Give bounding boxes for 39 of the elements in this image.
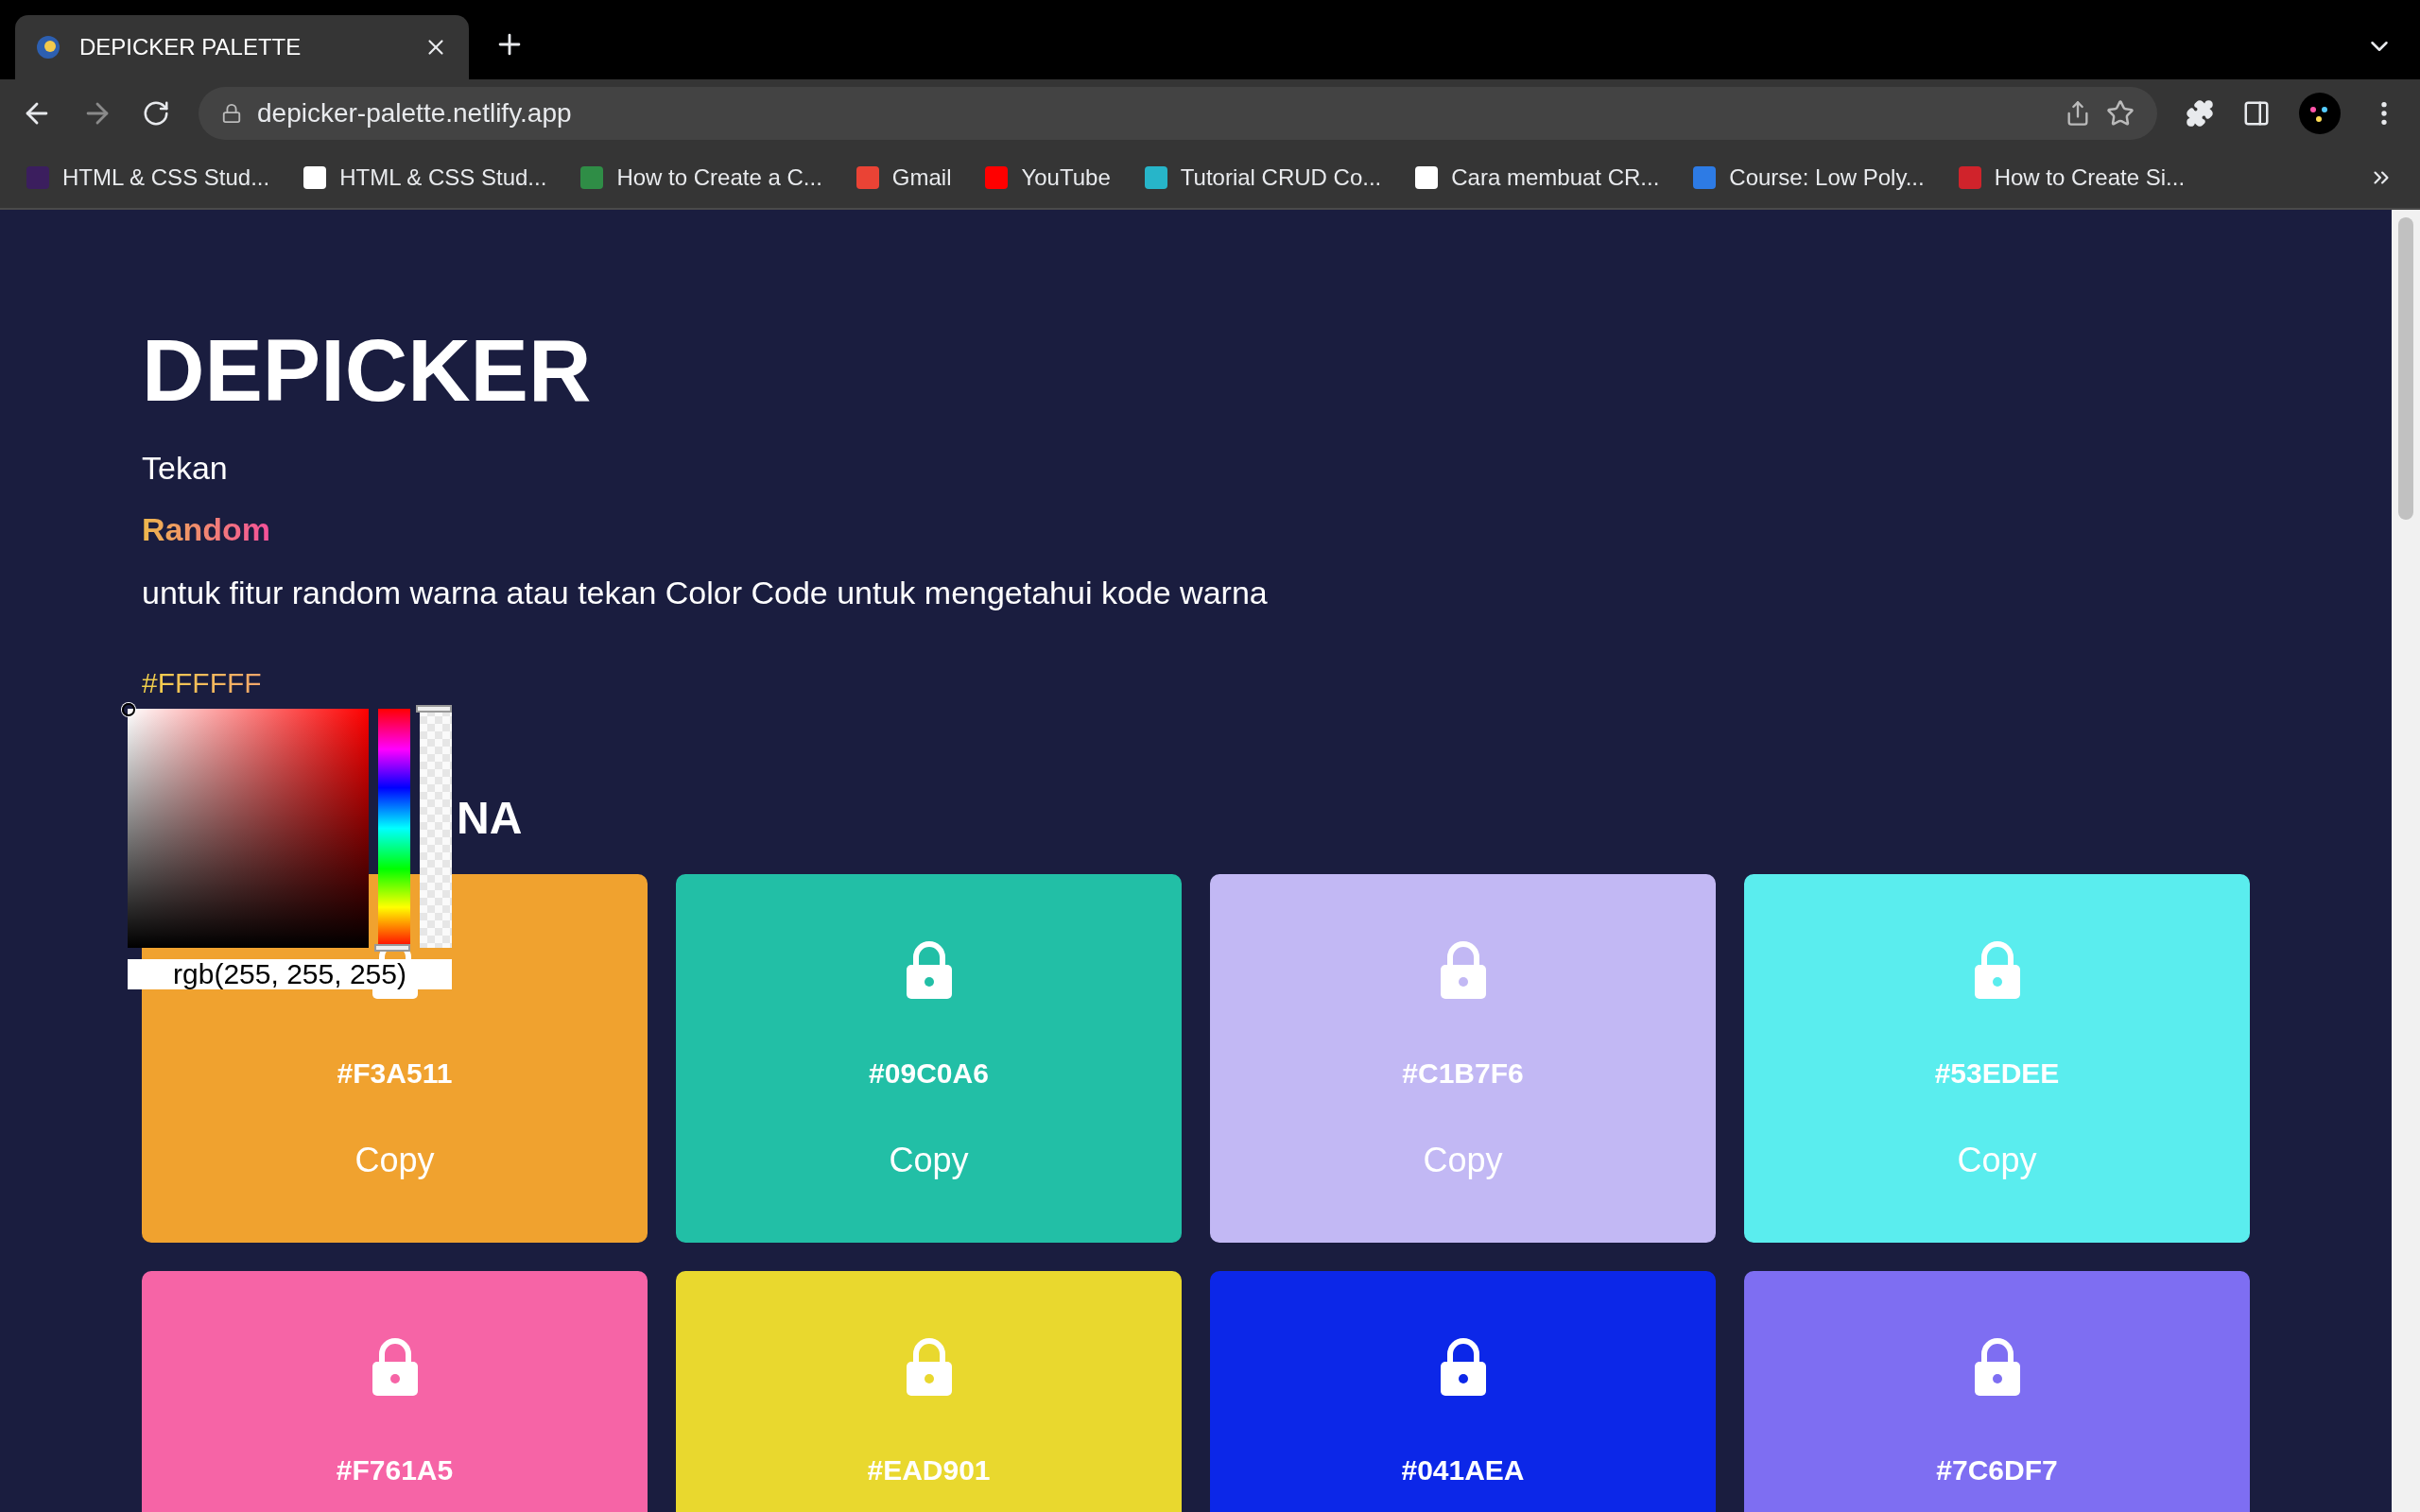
hex-code: #09C0A6 — [869, 1057, 989, 1091]
app-title: DEPICKER — [142, 321, 593, 421]
color-value-field[interactable]: rgb(255, 255, 255) — [128, 959, 452, 989]
tab-title: DEPICKER PALETTE — [79, 34, 302, 60]
bookmark[interactable]: Tutorial CRUD Co... — [1144, 164, 1382, 191]
slider-handle[interactable] — [416, 705, 452, 713]
address-bar[interactable]: depicker-palette.netlify.app — [199, 87, 2157, 140]
browser-tab[interactable]: DEPICKER PALETTE — [15, 15, 469, 79]
url-text: depicker-palette.netlify.app — [257, 98, 573, 129]
bookmark[interactable]: Cara membuat CR... — [1415, 164, 1660, 191]
bookmark[interactable]: How to Create Si... — [1958, 164, 2186, 191]
description-text: untuk fitur random warna atau tekan Color Code untuk mengetahui kode warna — [142, 574, 1269, 612]
bookmark[interactable]: Course: Low Poly... — [1693, 164, 1925, 191]
lock-icon — [221, 103, 242, 124]
lock-icon[interactable] — [1438, 1337, 1488, 1396]
hex-code: #F761A5 — [336, 1453, 454, 1487]
star-icon[interactable] — [2106, 99, 2135, 128]
intro-text: Tekan — [142, 449, 229, 488]
scrollbar-thumb[interactable] — [2398, 217, 2413, 520]
hex-code: #041AEA — [1401, 1453, 1525, 1487]
palette-icon — [36, 35, 60, 60]
picker-cursor[interactable] — [122, 703, 135, 716]
avatar-icon[interactable] — [2299, 93, 2341, 134]
bookmark[interactable]: HTML & CSS Stud... — [26, 164, 270, 191]
hex-code: #7C6DF7 — [1936, 1453, 2058, 1487]
hex-code: #EAD901 — [867, 1453, 991, 1487]
slider-handle[interactable] — [374, 944, 410, 952]
hex-code: #F3A511 — [337, 1057, 453, 1091]
side-panel-icon[interactable] — [2242, 99, 2271, 128]
reload-icon[interactable] — [142, 99, 170, 128]
bookmark[interactable]: YouTube — [985, 164, 1111, 191]
bookmark[interactable]: How to Create a C... — [580, 164, 822, 191]
color-picker-dialog[interactable]: rgb(255, 255, 255) — [128, 709, 452, 989]
section-heading: NA — [457, 792, 524, 845]
bookmark[interactable]: HTML & CSS Stud... — [303, 164, 547, 191]
hex-code: #53EDEE — [1934, 1057, 2060, 1091]
puzzle-icon[interactable] — [2186, 99, 2214, 128]
bookmark[interactable]: Gmail — [856, 164, 952, 191]
hex-code: #C1B7F6 — [1402, 1057, 1524, 1091]
